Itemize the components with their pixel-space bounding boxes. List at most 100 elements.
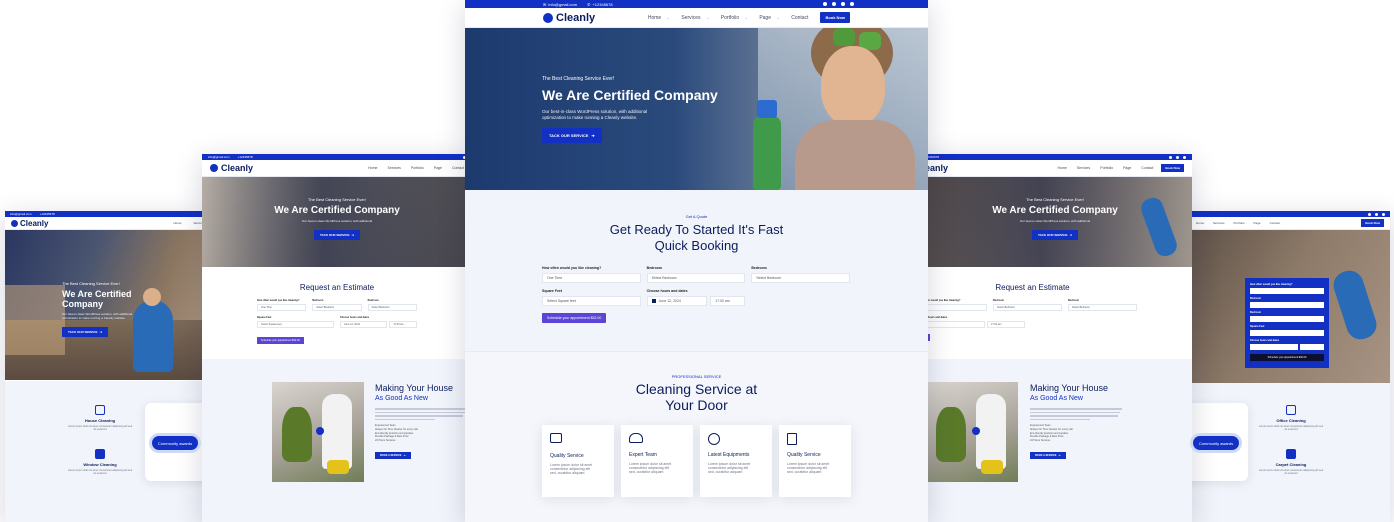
book-now-button[interactable]: Book Now [1361, 219, 1384, 227]
book-now-button[interactable]: Book Now [1161, 164, 1184, 172]
community-awards-badge-right[interactable]: Community awards [1193, 436, 1239, 450]
community-awards-badge-left[interactable]: Community awards [152, 436, 198, 450]
preview-far-left: info@gmail.com +12345678 Cleanly Home Ser… [5, 211, 205, 522]
menu-item-page[interactable]: Page [1123, 166, 1131, 170]
preview-center: ✉ info@gmail.com ✆ +12345678 Cleanly Home ⌄… [465, 0, 928, 522]
time-value: 17:00 am [715, 299, 730, 303]
feature-carpet-cleaning: Carpet Cleaning Lorem ipsum dolor sit am… [1258, 449, 1324, 476]
topbar: ✉ info@gmail.com ✆ +12345678 [465, 0, 928, 8]
service-card[interactable]: Expert Team Lorem ipsum dolor sit amet c… [621, 425, 693, 497]
schedule-button[interactable]: Schedule your appointment $32.00 [1250, 354, 1324, 361]
about-list: Experienced Team Always On Time Cleaner … [375, 424, 470, 443]
instagram-icon[interactable] [1183, 155, 1186, 159]
menu-item-portfolio[interactable]: Portfolio [721, 15, 739, 21]
play-icon[interactable] [316, 427, 324, 435]
often-select[interactable] [918, 304, 987, 311]
book-now-button[interactable]: Book Now [820, 12, 850, 23]
date-input[interactable]: June 12, 2024 [646, 296, 708, 306]
book-service-button[interactable]: BOOK A SERVICE ➜ [375, 451, 411, 459]
window-icon [95, 449, 105, 459]
hero-worker [1329, 267, 1381, 343]
hero-spray-bottle [753, 116, 781, 190]
field-label: How often would you like cleaning? [1250, 283, 1293, 286]
hero-cta-button[interactable]: TACK OUR SERVICE ➜ [1031, 230, 1079, 240]
feature-window-cleaning: Window Cleaning Lorem ipsum dolor sit am… [67, 449, 133, 476]
time-input[interactable] [1300, 344, 1324, 350]
hero-cta-button[interactable]: TACK OUR SERVICE ➜ [542, 128, 602, 143]
menu-item-home[interactable]: Home [648, 15, 661, 21]
twitter-icon[interactable] [1375, 212, 1378, 216]
often-select[interactable]: One Time [542, 273, 641, 283]
service-card[interactable]: Latest Equipments Lorem ipsum dolor sit … [700, 425, 772, 497]
hero-cta-button[interactable]: TACK OUR SERVICE ➜ [62, 327, 109, 337]
hero-cta-button[interactable]: TACK OUR SERVICE ➜ [313, 230, 361, 240]
schedule-button[interactable]: Schedule your appointment $32.00 [542, 313, 607, 323]
logo[interactable]: Cleanly [543, 12, 595, 24]
feature-title: Window Cleaning [83, 462, 117, 467]
menu-item-page[interactable]: Page [1254, 221, 1261, 225]
schedule-button[interactable]: Schedule your appointment $32.00 [257, 337, 304, 344]
square-feet-select[interactable]: Select Square feet [257, 321, 334, 328]
bedroom-select[interactable]: Select Bedroom [993, 304, 1062, 311]
square-feet-select[interactable] [1250, 330, 1324, 336]
bedroom-select[interactable]: Select Bedroom [312, 304, 362, 311]
about-paragraph [1030, 408, 1125, 420]
menu-item-home[interactable]: Home [1196, 221, 1204, 225]
date-input[interactable] [1250, 344, 1298, 350]
often-select[interactable]: One Time [257, 304, 307, 311]
logo[interactable]: Cleanly [210, 163, 253, 173]
time-input[interactable]: 17:00 am [987, 321, 1025, 328]
play-icon[interactable] [972, 427, 980, 435]
menu-item-services[interactable]: Services [387, 166, 400, 170]
topbar-email: info@gmail.com [10, 212, 32, 216]
menu-item-contact[interactable]: Contact [1270, 221, 1280, 225]
time-input[interactable]: 17:00 am [389, 321, 417, 328]
instagram-icon[interactable] [1382, 212, 1385, 216]
menu-item-services[interactable]: Services [1213, 221, 1225, 225]
twitter-icon[interactable] [832, 2, 836, 6]
time-input[interactable]: 17:00 am [710, 296, 746, 306]
menu-item-services[interactable]: Services [1077, 166, 1090, 170]
bathroom-select[interactable]: Select Bedroom [1068, 304, 1137, 311]
bedroom-value: Select Bedroom [651, 276, 677, 280]
menu-item-home[interactable]: Home [173, 221, 181, 225]
pinterest-icon[interactable] [850, 2, 854, 6]
bedroom-select[interactable] [1250, 302, 1324, 308]
bathroom-select[interactable] [1250, 316, 1324, 322]
service-card[interactable]: Quality Service Lorem ipsum dolor sit am… [779, 425, 851, 497]
date-input[interactable] [918, 321, 985, 328]
field-label: Bedroom [1250, 297, 1261, 300]
menu-item-services[interactable]: Services [681, 15, 700, 21]
field-label: Square Feet [257, 316, 272, 319]
hero-desc-line2: optimization to make running a Cleanly w… [542, 115, 638, 120]
menu-item-portfolio[interactable]: Portfolio [1234, 221, 1245, 225]
instagram-icon[interactable] [841, 2, 845, 6]
menu-item-page[interactable]: Page [434, 166, 442, 170]
often-select[interactable] [1250, 288, 1324, 294]
date-input[interactable]: June 12, 2024 [340, 321, 388, 328]
menu-item-home[interactable]: Home [368, 166, 377, 170]
menu-item-contact[interactable]: Contact [1141, 166, 1153, 170]
team-icon [629, 433, 643, 443]
preview-right: +12345678 Cleanly Home Services Portfoli… [918, 154, 1192, 522]
date-value: June 12, 2024 [658, 299, 681, 303]
menu-item-contact[interactable]: Contact [452, 166, 464, 170]
book-service-button[interactable]: BOOK A SERVICE ➜ [1030, 451, 1066, 459]
bedroom-select[interactable]: Select Bedroom [646, 273, 746, 283]
menu-item-portfolio[interactable]: Portfolio [411, 166, 424, 170]
facebook-icon[interactable] [1368, 212, 1371, 216]
service-card[interactable]: Quality Service Lorem ipsum dolor sit am… [542, 425, 614, 497]
square-feet-select[interactable]: Select Square feet [542, 296, 641, 306]
twitter-icon[interactable] [1176, 155, 1179, 159]
menu-item-contact[interactable]: Contact [791, 15, 808, 21]
menu-item-home[interactable]: Home [1057, 166, 1066, 170]
logo[interactable]: Cleanly [11, 219, 48, 228]
bathroom-select[interactable]: Select Bedroom [367, 304, 417, 311]
facebook-icon[interactable] [823, 2, 827, 6]
logo-text: Cleanly [221, 163, 254, 173]
menu-item-page[interactable]: Page [759, 15, 771, 21]
bathroom-select[interactable]: Select Bedroom [751, 273, 851, 283]
list-item: 24 Hours Services [1030, 439, 1051, 442]
facebook-icon[interactable] [1169, 155, 1172, 159]
menu-item-portfolio[interactable]: Portfolio [1100, 166, 1113, 170]
